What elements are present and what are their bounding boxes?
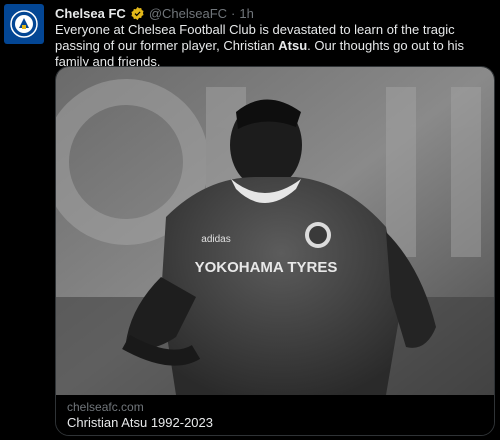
- chelsea-crest-icon: [10, 10, 38, 38]
- kit-sponsor-text: YOKOHAMA TYRES: [195, 259, 338, 276]
- tweet[interactable]: Chelsea FC @ChelseaFC · 1h Everyone at C…: [0, 0, 500, 440]
- profile-avatar[interactable]: [4, 4, 44, 44]
- kit-brand-text: adidas: [201, 234, 230, 245]
- separator-dot: ·: [231, 5, 236, 21]
- card-title: Christian Atsu 1992-2023: [67, 415, 213, 430]
- tweet-text-bold: Atsu: [278, 38, 308, 53]
- tweet-text: Everyone at Chelsea Football Club is dev…: [55, 22, 495, 70]
- card-footer[interactable]: chelseafc.com Christian Atsu 1992-2023: [56, 395, 494, 435]
- timestamp[interactable]: 1h: [239, 6, 253, 21]
- author-name[interactable]: Chelsea FC: [55, 6, 126, 21]
- tweet-header: Chelsea FC @ChelseaFC · 1h: [55, 4, 254, 22]
- verified-badge-icon: [131, 6, 144, 20]
- card-domain: chelseafc.com: [67, 400, 144, 414]
- card-photo[interactable]: YOKOHAMA TYRES adidas: [56, 67, 495, 395]
- author-handle[interactable]: @ChelseaFC: [149, 6, 227, 21]
- link-card[interactable]: YOKOHAMA TYRES adidas chelseafc.com Chri…: [55, 66, 495, 436]
